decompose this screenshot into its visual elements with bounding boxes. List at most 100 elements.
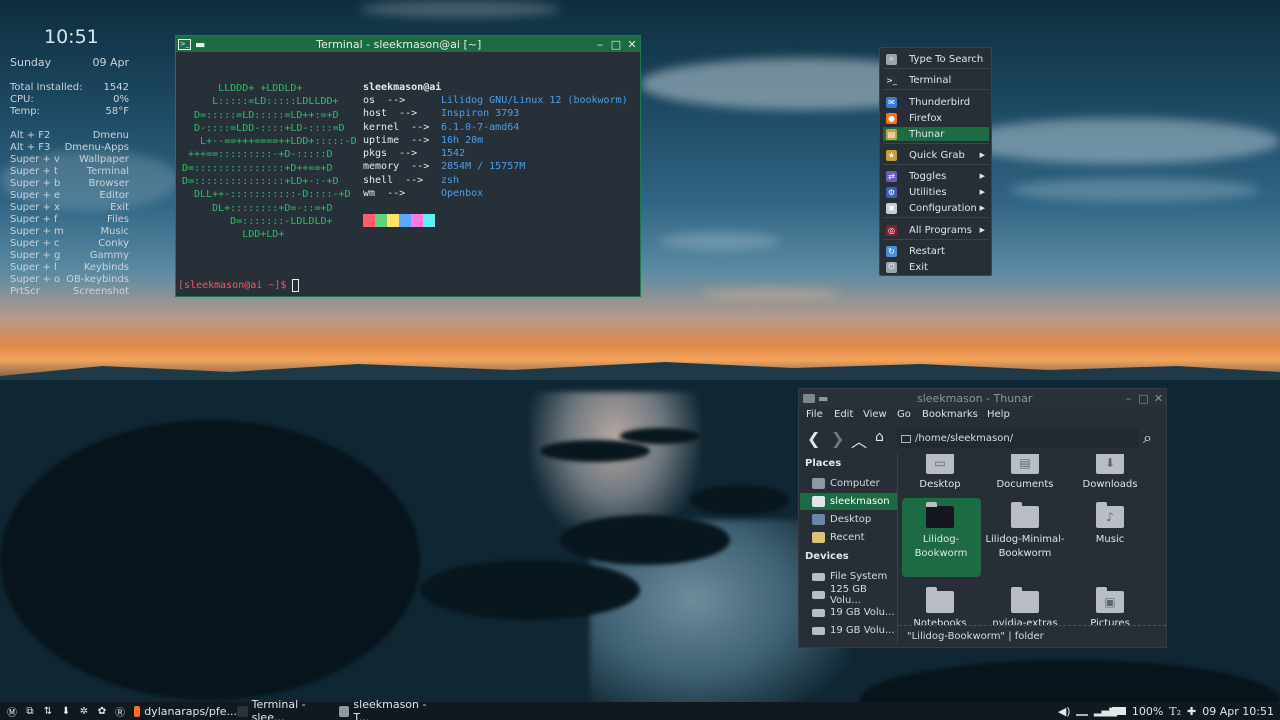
conky-keybind: Super + l Keybinds (10, 262, 129, 274)
menu-item-restart[interactable]: ↻ Restart (883, 244, 989, 258)
back-icon[interactable]: ❮ (807, 429, 820, 448)
menu-item-exit[interactable]: ⏻ Exit (883, 260, 989, 274)
menu-item-utilities[interactable]: ⚙ Utilities ▶ (883, 185, 989, 199)
file-item[interactable]: Lilidog-Minimal- Bookworm (983, 498, 1068, 577)
color-palette (363, 214, 435, 227)
minimize-button[interactable]: – (592, 38, 608, 51)
keybind-action: Keybinds (83, 262, 129, 273)
file-item[interactable]: ⬇ Downloads (1068, 454, 1153, 494)
taskbar: Ⓜ ⧉ ⇅ ⬇ ✲ ✿ Ⓡ dylanaraps/pfe... Terminal - slee… (0, 698, 1280, 720)
taskbar-clock[interactable]: 09 Apr 10:51 (1202, 705, 1274, 718)
menu-item-label: All Programs (909, 224, 972, 236)
keyboard-layout-icon[interactable]: T₂ (1169, 705, 1181, 718)
paw-icon[interactable]: ✿ (96, 705, 108, 717)
keybind-action: Editor (99, 190, 129, 201)
volume-icon[interactable]: ◀) (1058, 705, 1072, 718)
sidebar-item-device[interactable]: File System (800, 568, 897, 585)
menu-separator (883, 89, 989, 90)
menu-bookmarks[interactable]: Bookmarks (922, 409, 978, 420)
menu-go[interactable]: Go (897, 409, 911, 420)
thunar-titlebar[interactable]: ▬ sleekmason - Thunar – □ ✕ (799, 389, 1166, 407)
file-item[interactable]: nvidia-extras (983, 583, 1068, 625)
search-icon[interactable]: ⌕ (1143, 428, 1152, 448)
keybind-action: Conky (98, 238, 129, 249)
add-icon[interactable]: ✚ (1187, 705, 1196, 718)
minimize-button[interactable]: – (1121, 392, 1136, 405)
keybind-action: Exit (110, 202, 129, 213)
taskbar-task[interactable]: Terminal - slee... (237, 698, 339, 720)
menu-help[interactable]: Help (987, 409, 1010, 420)
forward-icon[interactable]: ❯ (831, 429, 844, 448)
terminal-titlebar[interactable]: >_ ▬ Terminal - sleekmason@ai [~] – □ ✕ (176, 36, 640, 52)
close-button[interactable]: ✕ (1151, 392, 1166, 405)
menu-item-all-programs[interactable]: ◎ All Programs ▶ (883, 223, 989, 237)
conky-keybind: Super + c Conky (10, 238, 129, 250)
keybind-key: Super + x (10, 202, 60, 213)
file-grid: ▭ Desktop ▤ Documents ⬇ Downloads Lilidog- Boo… (898, 454, 1166, 625)
menu-item-terminal[interactable]: >_ Terminal (883, 73, 989, 87)
file-item[interactable]: ♪ Music (1068, 498, 1153, 577)
sidebar-item-computer[interactable]: Computer (800, 475, 897, 492)
file-name: Documents (996, 479, 1054, 490)
menu-file[interactable]: File (806, 409, 823, 420)
file-item[interactable]: Notebooks (898, 583, 983, 625)
thunar-title: sleekmason - Thunar (916, 391, 1033, 405)
windows-icon[interactable]: ⧉ (24, 705, 36, 717)
close-button[interactable]: ✕ (624, 38, 640, 51)
menu-item-firefox[interactable]: ● Firefox (883, 111, 989, 125)
menu-item-type-to-search[interactable]: ⌕ Type To Search (883, 52, 989, 66)
conky-date-row: Sunday 09 Apr (10, 56, 129, 69)
sidebar-item-desktop[interactable]: Desktop (800, 511, 897, 528)
signal-icon[interactable]: ▂▄▆ (1094, 706, 1117, 717)
download-icon[interactable]: ⬇ (60, 705, 72, 717)
network-icon[interactable]: ⇅ (42, 705, 54, 717)
menu-item-thunderbird[interactable]: ✉ Thunderbird (883, 95, 989, 109)
terminal-window[interactable]: >_ ▬ Terminal - sleekmason@ai [~] – □ ✕ … (175, 35, 641, 297)
menu-item-configuration[interactable]: ✖ Configuration ▶ (883, 201, 989, 215)
menu-view[interactable]: View (863, 409, 887, 420)
palette-swatch (411, 214, 423, 227)
submenu-arrow-icon: ▶ (979, 151, 985, 159)
menu-item-toggles[interactable]: ⇄ Toggles ▶ (883, 169, 989, 183)
file-item[interactable]: ▣ Pictures (1068, 583, 1153, 625)
keybind-key: Super + g (10, 250, 61, 261)
conky-stat: CPU: 0% (10, 94, 129, 106)
task-label: sleekmason - T... (353, 698, 427, 720)
quick-grab-icon: ★ (886, 149, 897, 161)
settings-icon[interactable]: ✲ (78, 705, 90, 717)
menu-separator (883, 68, 989, 69)
taskbar-task[interactable]: sleekmason - T... (339, 698, 441, 720)
menu-item-thunar[interactable]: ▤ Thunar (883, 127, 989, 141)
menu-icon[interactable]: Ⓜ (6, 705, 18, 719)
sidebar-item-device[interactable]: 19 GB Volu... (800, 604, 897, 621)
window-menu-button[interactable]: ▬ (818, 392, 828, 405)
sidebar-item-sleekmason[interactable]: sleekmason (800, 493, 897, 510)
menu-item-label: Restart (909, 245, 945, 257)
home-icon[interactable]: ⌂ (875, 429, 884, 445)
up-icon[interactable]: ︿ (851, 428, 867, 452)
file-item[interactable]: ▤ Documents (983, 454, 1068, 494)
maximize-button[interactable]: □ (608, 38, 624, 51)
sidebar-item-device[interactable]: 19 GB Volu... (800, 622, 897, 639)
openbox-root-menu[interactable]: ⌕ Type To Search >_ Terminal ✉ Thunderbird ● Fi… (879, 47, 992, 276)
shell-prompt-line[interactable]: [sleekmason@ai ~]$ (178, 279, 300, 293)
menu-edit[interactable]: Edit (834, 409, 853, 420)
file-item[interactable]: Lilidog- Bookworm (902, 498, 981, 577)
location-bar[interactable]: /home/sleekmason/ (897, 429, 1139, 448)
menu-separator (883, 143, 989, 144)
sidebar-item-recent[interactable]: Recent (800, 529, 897, 546)
conky-keybind: Super + e Editor (10, 190, 129, 202)
conky-keybind: Super + v Wallpaper (10, 154, 129, 166)
taskbar-task[interactable]: dylanaraps/pfe... (134, 702, 237, 720)
drive-icon (812, 590, 825, 599)
menu-item-quick-grab[interactable]: ★ Quick Grab ▶ (883, 148, 989, 162)
maximize-button[interactable]: □ (1136, 392, 1151, 405)
battery-icon[interactable] (1111, 707, 1126, 715)
keybind-action: Music (100, 226, 129, 237)
folder-icon (1011, 502, 1039, 528)
sidebar-item-device[interactable]: 125 GB Volu... (800, 584, 897, 606)
file-item[interactable]: ▭ Desktop (898, 454, 983, 494)
r-icon[interactable]: Ⓡ (114, 705, 126, 719)
window-menu-button[interactable]: ▬ (195, 38, 205, 51)
palette-swatch (363, 214, 375, 227)
